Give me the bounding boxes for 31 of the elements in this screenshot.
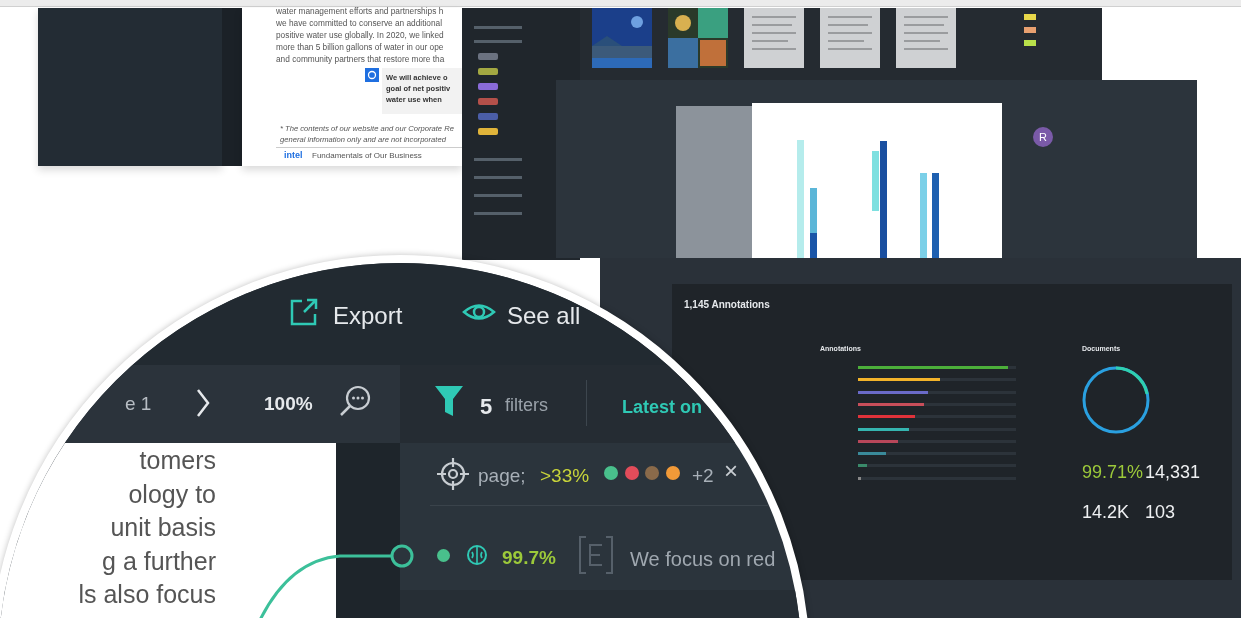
annotation-text[interactable]: We focus on red xyxy=(630,544,776,574)
clear-button[interactable]: × xyxy=(724,458,738,485)
paragraph-line: water management efforts and partnerships h xyxy=(276,5,444,17)
sort-link[interactable]: Latest on xyxy=(622,394,702,421)
avatar: R xyxy=(1033,127,1053,147)
filter-count: 5 xyxy=(480,393,493,421)
filter-label: filters xyxy=(505,394,548,417)
document-line: tomers xyxy=(138,445,216,476)
stat-value: 14.2K xyxy=(1082,501,1130,524)
paragraph-line: we have committed to conserve an additional xyxy=(276,17,443,29)
document-line: unit basis xyxy=(109,512,216,543)
dashboard-title: 1,145 Annotations xyxy=(684,298,770,312)
confidence-value: 99.7% xyxy=(502,546,556,570)
stat-value: 103 xyxy=(1145,501,1176,524)
toolbar-label[interactable]: See all xyxy=(507,298,581,334)
filter-chip-label: page; xyxy=(478,464,526,488)
paragraph-line: and community partners that restore more tha xyxy=(276,53,445,65)
paragraph-line: positive water use globally. In 2020, we linked xyxy=(276,29,444,41)
stat-value: 99.71% xyxy=(1082,461,1144,484)
footer-title: Fundamentals of Our Business xyxy=(312,150,422,162)
document-line: ology to xyxy=(127,478,216,510)
page-label: e 1 xyxy=(125,392,152,416)
zoom-level: 100% xyxy=(264,392,313,416)
toolbar-label[interactable]: Export xyxy=(333,298,403,334)
document-line: g a further xyxy=(101,545,216,577)
more-count: +2 xyxy=(692,464,714,488)
paragraph-line: more than 5 billion gallons of water in our ope xyxy=(276,41,444,53)
document-line: ls also focus xyxy=(77,579,216,610)
threshold-value: >33% xyxy=(540,464,590,488)
stat-value: 14,331 xyxy=(1145,461,1201,484)
logo: intel xyxy=(284,149,303,162)
